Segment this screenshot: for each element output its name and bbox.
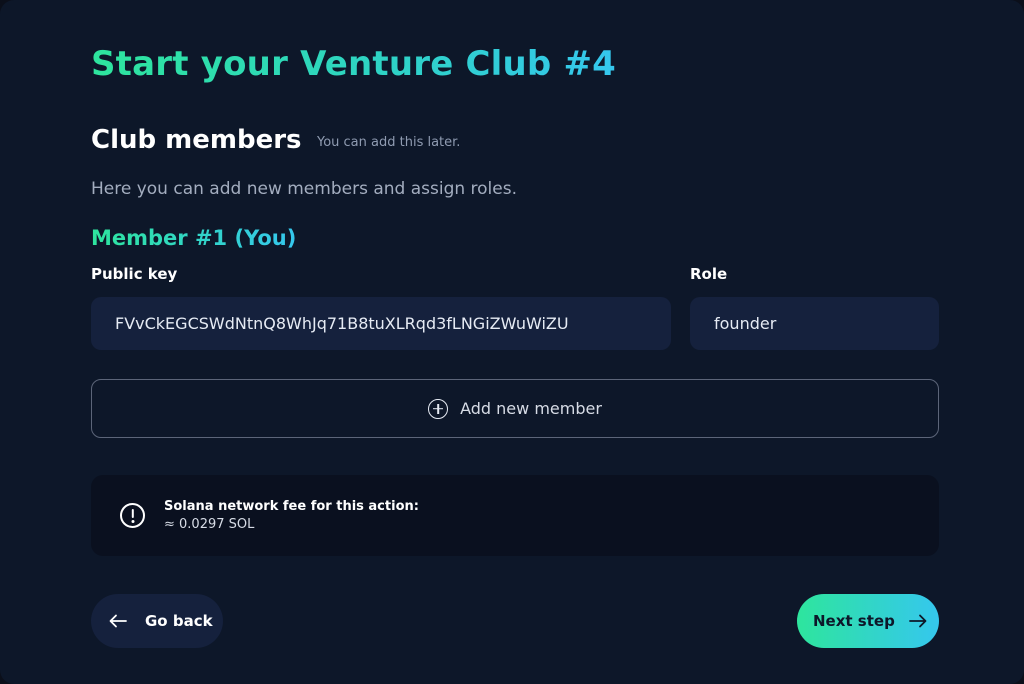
go-back-button[interactable]: Go back <box>91 594 223 648</box>
venture-club-wizard: Start your Venture Club #4 Club members … <box>0 0 1024 684</box>
public-key-label: Public key <box>91 265 178 283</box>
next-step-label: Next step <box>813 612 895 630</box>
section-description: Here you can add new members and assign … <box>91 179 517 199</box>
network-fee-notice: Solana network fee for this action: ≈ 0.… <box>91 475 939 556</box>
info-icon <box>120 503 145 528</box>
public-key-value: FVvCkEGCSWdNtnQ8WhJq71B8tuXLRqd3fLNGiZWu… <box>115 314 569 333</box>
role-value: founder <box>714 314 777 333</box>
page-title: Start your Venture Club #4 <box>91 44 617 84</box>
public-key-field[interactable]: FVvCkEGCSWdNtnQ8WhJq71B8tuXLRqd3fLNGiZWu… <box>91 297 671 350</box>
role-field[interactable]: founder <box>690 297 939 350</box>
arrow-right-icon <box>908 614 927 628</box>
plus-circle-icon <box>428 398 449 419</box>
arrow-left-icon <box>109 614 127 628</box>
next-step-button[interactable]: Next step <box>797 594 939 648</box>
section-title: Club members <box>91 125 302 155</box>
add-new-member-label: Add new member <box>460 399 602 418</box>
fee-value: ≈ 0.0297 SOL <box>164 517 255 532</box>
go-back-label: Go back <box>145 612 213 630</box>
fee-label: Solana network fee for this action: <box>164 499 419 514</box>
role-label: Role <box>690 265 728 283</box>
add-new-member-button[interactable]: Add new member <box>91 379 939 438</box>
section-hint: You can add this later. <box>317 135 461 150</box>
member-title: Member #1 (You) <box>91 226 297 250</box>
